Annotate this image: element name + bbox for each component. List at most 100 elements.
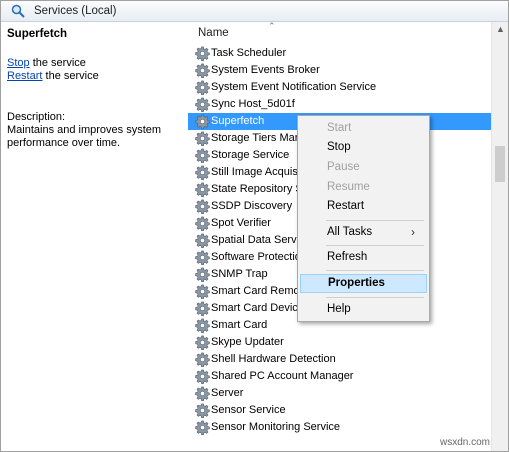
service-row[interactable]: System Events Broker [188,62,491,79]
watermark: wsxdn.com [440,437,491,448]
menu-item-help[interactable]: Help [298,300,429,319]
menu-item-restart[interactable]: Restart [298,197,429,216]
menu-item-start-label: Start [327,122,352,134]
stop-action-suffix: the service [29,57,86,69]
menu-item-stop[interactable]: Stop [298,138,429,157]
service-name: Storage Tiers Man [211,132,301,144]
service-row[interactable]: Sync Host_5d01f [188,96,491,113]
menu-item-help-label: Help [327,303,351,315]
service-gear-icon [195,403,210,419]
stop-service-link[interactable]: Stop [7,57,30,69]
service-name: Shell Hardware Detection [211,353,336,365]
service-name: System Events Broker [211,64,320,76]
service-row[interactable]: Task Scheduler [188,45,491,62]
submenu-arrow-icon: › [411,225,415,239]
service-gear-icon [195,250,210,266]
menu-item-restart-label: Restart [327,200,365,212]
menu-item-refresh[interactable]: Refresh [298,248,429,267]
service-name: Superfetch [211,115,265,127]
service-gear-icon [195,63,210,79]
service-name: System Event Notification Service [211,81,377,93]
menu-separator [326,245,424,246]
service-name: Spatial Data Servic [211,234,305,246]
description-label: Description: [7,111,66,123]
selected-service-name: Superfetch [7,28,68,40]
service-name: Storage Service [211,149,290,161]
service-name: Software Protectio [211,251,301,263]
service-gear-icon [195,97,210,113]
vertical-scrollbar[interactable]: ▲ [491,22,508,451]
service-gear-icon [195,46,210,62]
service-name: Skype Updater [211,336,284,348]
service-name: Server [211,387,244,399]
service-gear-icon [195,182,210,198]
service-gear-icon [195,369,210,385]
restart-action: Restart the service [7,70,99,82]
service-name: State Repository S [211,183,303,195]
service-gear-icon [195,318,210,334]
service-name: Spot Verifier [211,217,271,229]
menu-item-pause-label: Pause [327,161,360,173]
context-menu: Start Stop Pause Resume Restart All Task… [297,115,430,322]
service-gear-icon [195,267,210,283]
sort-arrow-icon: ⌃ [268,21,276,31]
restart-service-link[interactable]: Restart [7,70,42,82]
service-gear-icon [195,335,210,351]
menu-item-all-tasks[interactable]: All Tasks › [298,223,429,242]
service-row[interactable]: Shared PC Account Manager [188,368,491,385]
service-name: Smart Card [211,319,268,331]
description-text: Maintains and improves system performanc… [7,124,162,149]
magnifier-icon [11,4,25,18]
menu-separator [326,270,424,271]
service-row[interactable]: Shell Hardware Detection [188,351,491,368]
service-name: Smart Card Device [211,302,304,314]
service-row[interactable]: Server [188,385,491,402]
menu-item-resume[interactable]: Resume [298,178,429,197]
service-name: Task Scheduler [211,47,287,59]
service-gear-icon [195,165,210,181]
service-gear-icon [195,284,210,300]
menu-item-properties[interactable]: Properties [300,274,427,293]
window-title: Services (Local) [34,5,117,17]
service-gear-icon [195,216,210,232]
menu-separator [326,220,424,221]
scroll-up-arrow-icon[interactable]: ▲ [496,24,505,34]
service-name: Shared PC Account Manager [211,370,354,382]
restart-action-suffix: the service [42,70,99,82]
menu-separator [326,297,424,298]
service-gear-icon [195,80,210,96]
service-row[interactable]: Sensor Service [188,402,491,419]
extended-pane: Superfetch Stop the service Restart the … [1,22,187,451]
service-gear-icon [195,131,210,147]
menu-item-pause[interactable]: Pause [298,158,429,177]
name-column-label: Name [198,27,229,39]
service-gear-icon [195,301,210,317]
service-name: SSDP Discovery [211,200,293,212]
service-name: Sensor Monitoring Service [211,421,341,433]
service-gear-icon [195,148,210,164]
menu-item-stop-label: Stop [327,141,351,153]
service-row[interactable]: Skype Updater [188,334,491,351]
service-gear-icon [195,420,210,436]
service-row[interactable]: Sensor Monitoring Service [188,419,491,436]
title-bar: Services (Local) [1,1,508,22]
service-gear-icon [195,199,210,215]
scrollbar-thumb[interactable] [495,146,505,182]
menu-item-resume-label: Resume [327,181,370,193]
service-name: Still Image Acquis [211,166,298,178]
menu-item-refresh-label: Refresh [327,251,368,263]
menu-item-all-tasks-label: All Tasks [327,226,373,238]
service-name: SNMP Trap [211,268,268,280]
service-gear-icon [195,352,210,368]
name-column-header[interactable]: ⌃ Name [188,21,491,44]
service-gear-icon [195,386,210,402]
service-name: Sync Host_5d01f [211,98,295,110]
service-row[interactable]: System Event Notification Service [188,79,491,96]
menu-item-start[interactable]: Start [298,119,429,138]
service-name: Sensor Service [211,404,286,416]
service-gear-icon [195,233,210,249]
service-name: Smart Card Remo [211,285,300,297]
stop-action: Stop the service [7,57,86,69]
service-gear-icon [195,114,210,130]
menu-item-properties-label: Properties [328,277,385,289]
